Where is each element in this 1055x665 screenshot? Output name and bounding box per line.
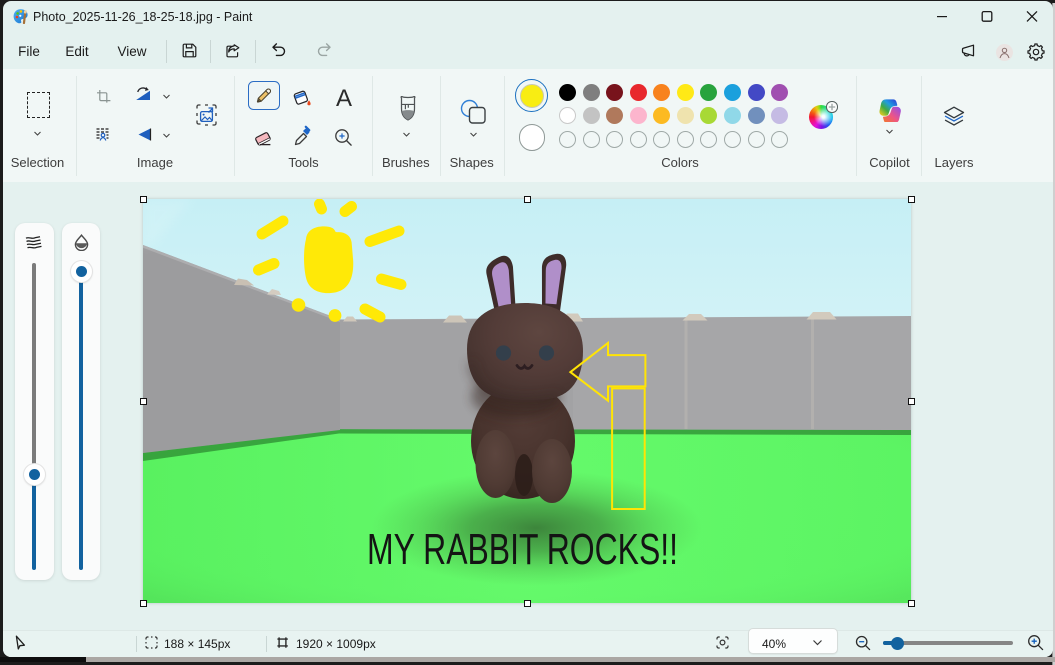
svg-text:MY RABBIT ROCKS!!: MY RABBIT ROCKS!!	[367, 526, 678, 574]
